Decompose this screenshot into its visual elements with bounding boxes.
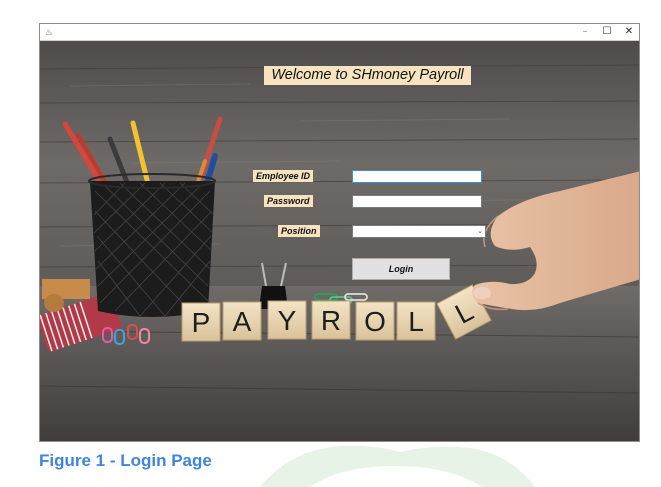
background-photo: P A Y R O L L <box>40 41 639 441</box>
chevron-down-icon: ⌄ <box>477 227 483 235</box>
login-background-scene: P A Y R O L L Welcome to SHmoney Payroll… <box>40 41 639 441</box>
position-label: Position <box>278 225 320 237</box>
block-letter: O <box>364 306 386 337</box>
welcome-heading: Welcome to SHmoney Payroll <box>264 66 471 85</box>
close-button[interactable]: ✕ <box>618 24 639 40</box>
java-cup-icon: ♨ <box>45 27 54 37</box>
watermark-logo <box>260 445 535 487</box>
window-titlebar: ♨ – ☐ ✕ <box>40 24 639 41</box>
block-letter: R <box>321 305 341 336</box>
block-letter: P <box>192 307 211 338</box>
document-page: ♨ – ☐ ✕ P A Y R O L L Welcome to SHmoney… <box>0 0 661 487</box>
position-select[interactable]: ⌄ <box>352 225 486 238</box>
figure-caption: Figure 1 - Login Page <box>39 451 212 470</box>
login-button[interactable]: Login <box>352 258 450 280</box>
block-letter: Y <box>278 305 297 336</box>
password-label: Password <box>264 195 313 207</box>
maximize-button[interactable]: ☐ <box>596 24 618 40</box>
minimize-button[interactable]: – <box>574 24 596 40</box>
app-window: ♨ – ☐ ✕ P A Y R O L L Welcome to SHmoney… <box>39 23 640 442</box>
password-input[interactable] <box>352 195 482 208</box>
employee-id-label: Employee ID <box>253 170 314 182</box>
block-letter: L <box>408 306 424 337</box>
employee-id-input[interactable] <box>352 170 482 183</box>
block-letter: A <box>233 306 252 337</box>
